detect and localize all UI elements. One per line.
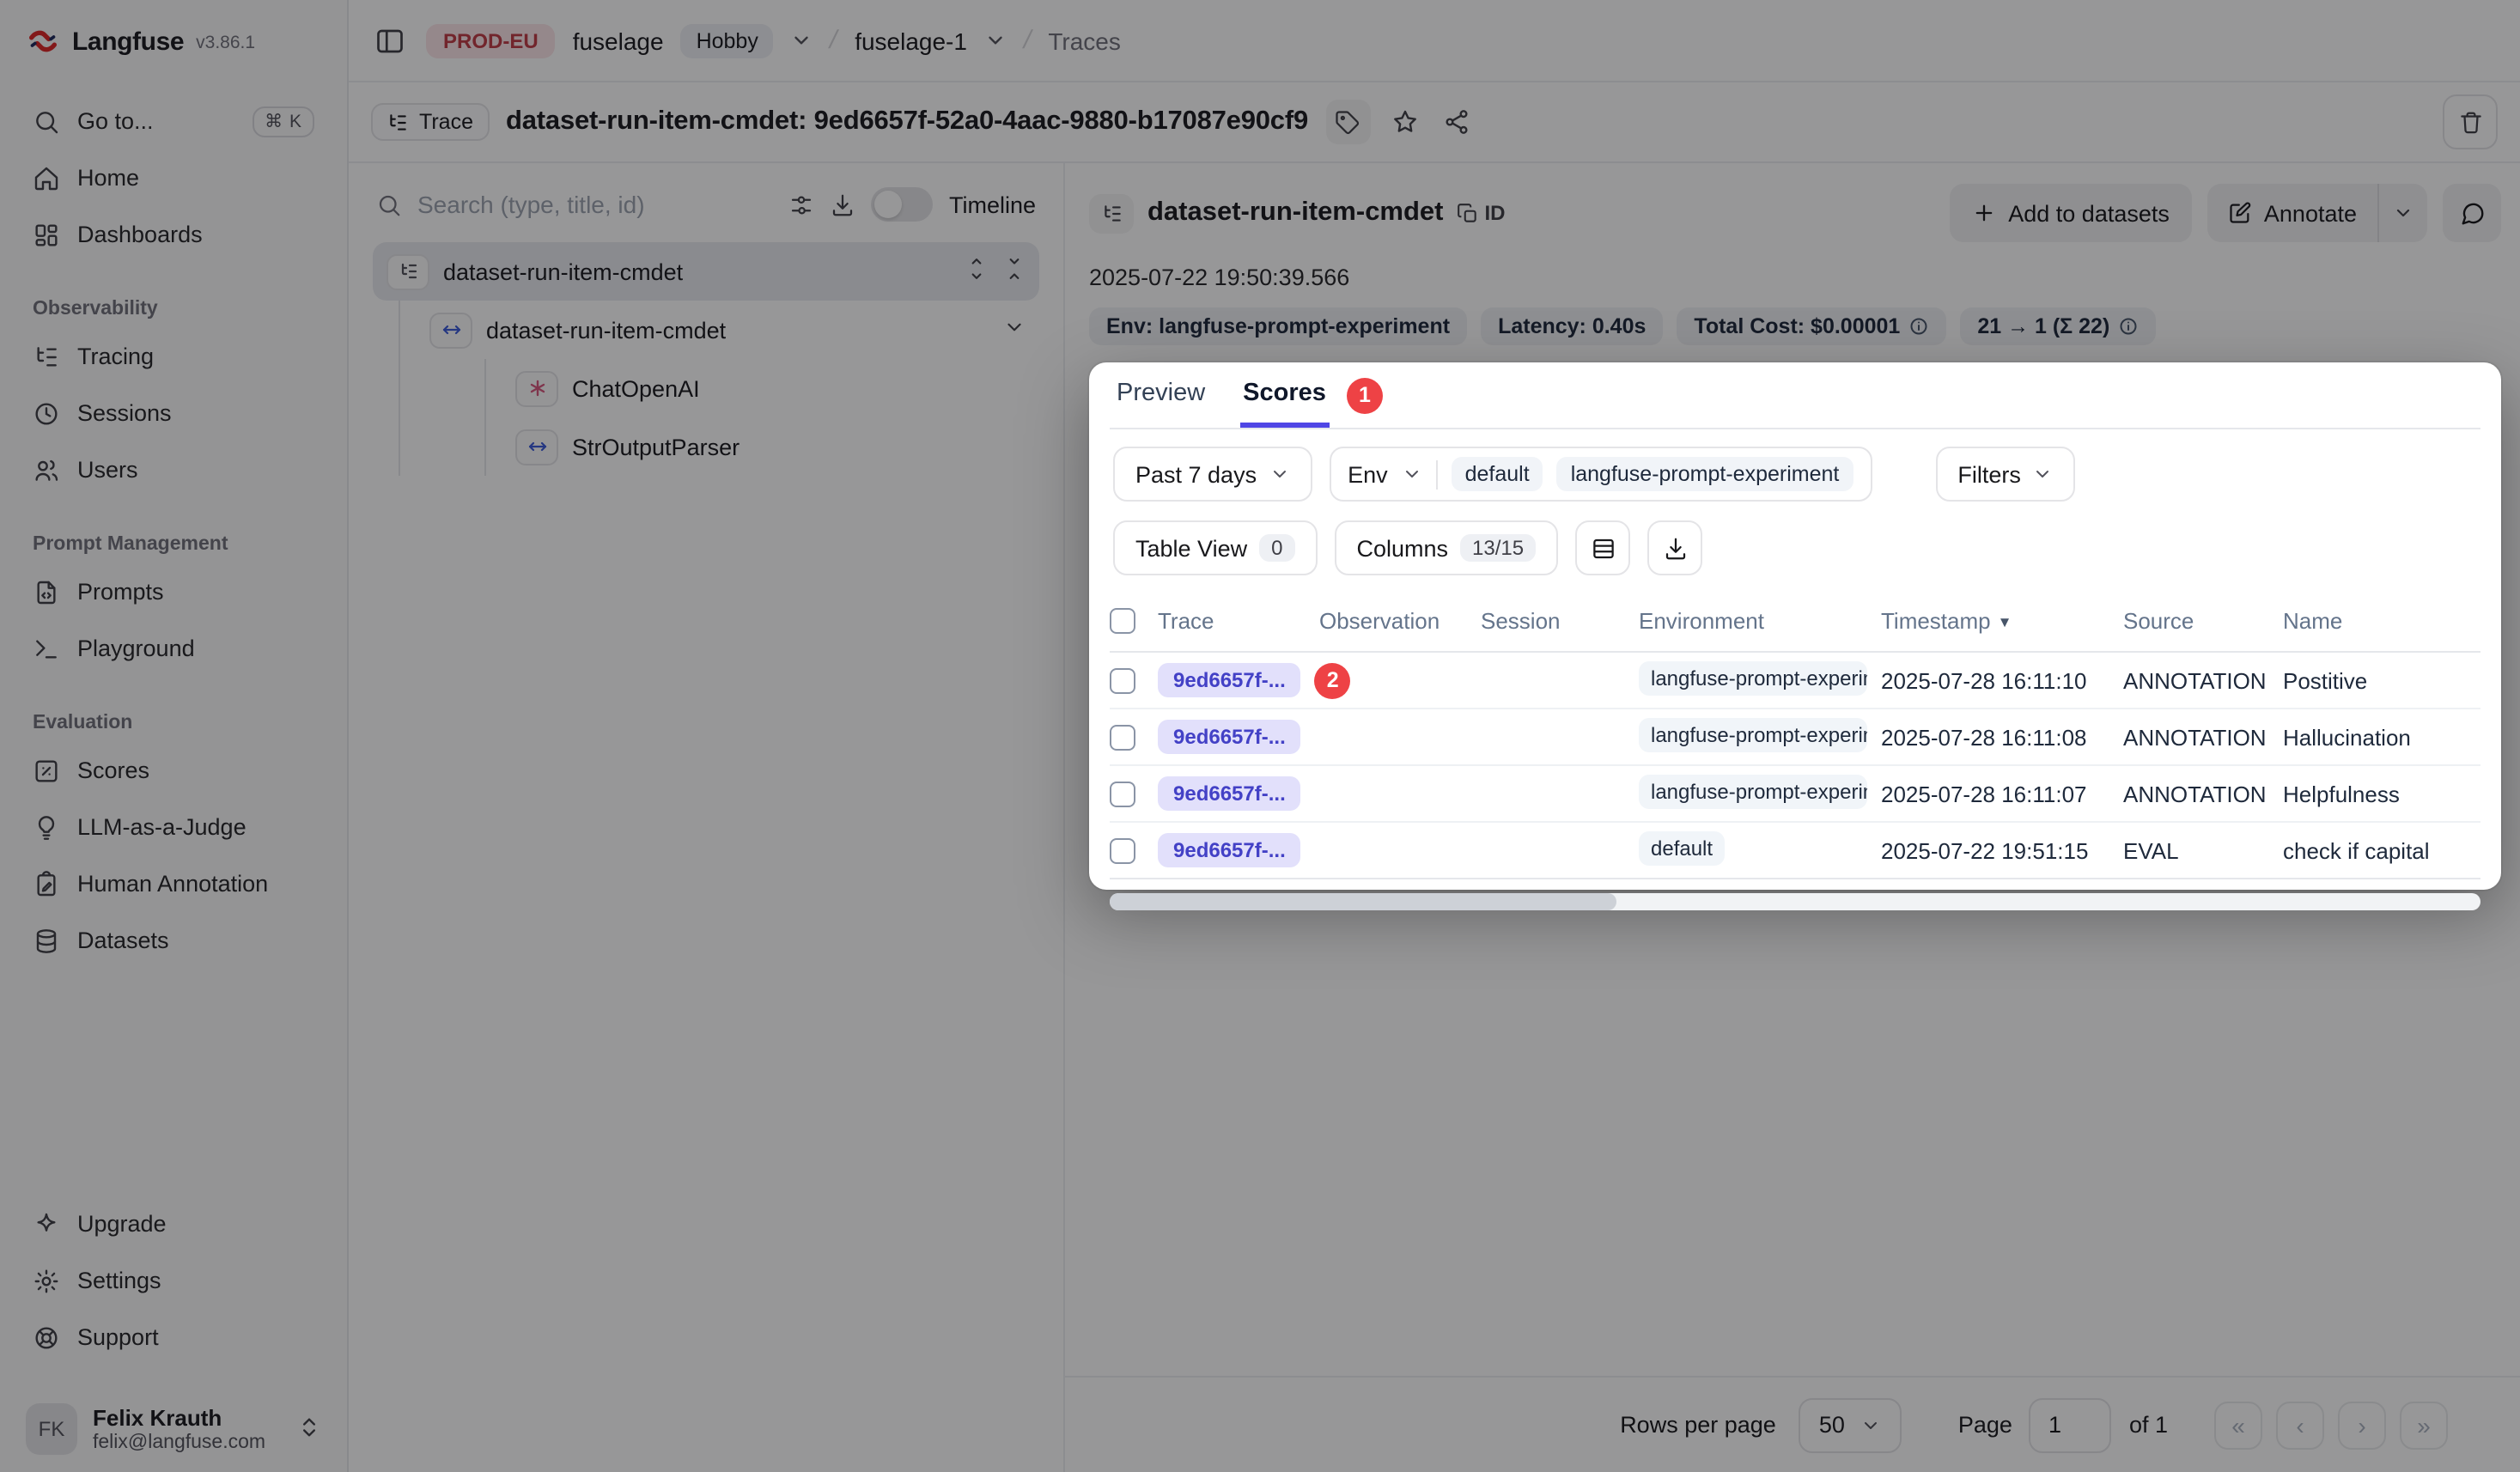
chevron-down-icon <box>2033 464 2054 484</box>
columns-count: 13/15 <box>1460 534 1536 562</box>
scrollbar-thumb[interactable] <box>1110 893 1617 910</box>
table-view-label: Table View <box>1135 535 1247 561</box>
trace-link[interactable]: 9ed6657f-... <box>1158 776 1301 811</box>
select-all-checkbox[interactable] <box>1110 608 1135 634</box>
chevron-down-icon <box>1269 464 1289 484</box>
row-checkbox[interactable] <box>1110 724 1135 750</box>
column-header-environment[interactable]: Environment <box>1639 608 1881 634</box>
timestamp-cell: 2025-07-28 16:11:10 <box>1881 667 2123 693</box>
scores-card: Preview Scores 1 Past 7 days Env <box>1089 362 2501 890</box>
table-view-button[interactable]: Table View 0 <box>1113 520 1317 575</box>
name-cell: check if capital <box>2283 837 2480 863</box>
row-checkbox[interactable] <box>1110 667 1135 693</box>
scores-toolbar-row: Table View 0 Columns 13/15 <box>1110 510 2480 591</box>
environment-cell: langfuse-prompt-experim <box>1639 660 1867 695</box>
timestamp-cell: 2025-07-22 19:51:15 <box>1881 837 2123 863</box>
divider <box>1436 459 1438 489</box>
source-cell: EVAL <box>2123 837 2283 863</box>
chevron-down-icon <box>1402 464 1422 484</box>
timestamp-cell: 2025-07-28 16:11:08 <box>1881 724 2123 750</box>
source-cell: ANNOTATION <box>2123 667 2283 693</box>
row-checkbox[interactable] <box>1110 837 1135 863</box>
scores-filter-row: Past 7 days Env default langfuse-prompt-… <box>1110 429 2480 510</box>
tab-scores[interactable]: Scores <box>1239 362 1330 428</box>
source-cell: ANNOTATION <box>2123 781 2283 806</box>
horizontal-scrollbar[interactable] <box>1110 893 2480 910</box>
export-button[interactable] <box>1647 520 1702 575</box>
column-header-timestamp[interactable]: Timestamp▼ <box>1881 608 2123 634</box>
source-cell: ANNOTATION <box>2123 724 2283 750</box>
row-height-button[interactable] <box>1575 520 1630 575</box>
row-checkbox[interactable] <box>1110 781 1135 806</box>
column-header-trace[interactable]: Trace <box>1158 608 1319 634</box>
column-header-name[interactable]: Name <box>2283 608 2480 634</box>
columns-label: Columns <box>1356 535 1448 561</box>
sort-desc-icon: ▼ <box>1998 612 2012 630</box>
score-row[interactable]: 9ed6657f-... langfuse-prompt-experim 202… <box>1110 766 2480 823</box>
score-row[interactable]: 9ed6657f-... 2 langfuse-prompt-experim 20… <box>1110 653 2480 709</box>
annotation-step-2-badge: 2 <box>1315 662 1351 698</box>
name-cell: Postitive <box>2283 667 2480 693</box>
environment-cell: default <box>1639 830 1725 865</box>
env-filter-label: Env <box>1348 461 1388 487</box>
timestamp-cell: 2025-07-28 16:11:07 <box>1881 781 2123 806</box>
annotation-step-1-badge: 1 <box>1347 377 1383 413</box>
filters-label: Filters <box>1957 461 2021 487</box>
scores-table-header: Trace Observation Session Environment Ti… <box>1110 591 2480 653</box>
column-header-source[interactable]: Source <box>2123 608 2283 634</box>
date-range-label: Past 7 days <box>1135 461 1257 487</box>
name-cell: Helpfulness <box>2283 781 2480 806</box>
filters-button[interactable]: Filters <box>1935 447 2076 502</box>
date-range-button[interactable]: Past 7 days <box>1113 447 1312 502</box>
trace-link[interactable]: 9ed6657f-... <box>1158 720 1301 754</box>
score-row[interactable]: 9ed6657f-... langfuse-prompt-experim 202… <box>1110 709 2480 766</box>
env-filter-button[interactable]: Env default langfuse-prompt-experiment <box>1329 447 1872 502</box>
environment-cell: langfuse-prompt-experim <box>1639 717 1867 751</box>
name-cell: Hallucination <box>2283 724 2480 750</box>
column-header-observation[interactable]: Observation <box>1319 608 1481 634</box>
score-row[interactable]: 9ed6657f-... default 2025-07-22 19:51:15… <box>1110 823 2480 879</box>
table-view-count: 0 <box>1259 534 1294 562</box>
env-value-chip: langfuse-prompt-experiment <box>1557 457 1853 491</box>
trace-link[interactable]: 9ed6657f-... <box>1158 833 1301 867</box>
tab-preview[interactable]: Preview <box>1113 362 1208 428</box>
columns-button[interactable]: Columns 13/15 <box>1334 520 1558 575</box>
detail-tabs: Preview Scores 1 <box>1110 362 2480 429</box>
trace-link[interactable]: 9ed6657f-... <box>1158 663 1301 697</box>
langfuse-app: Langfuse v3.86.1 Go to... ⌘ K Home Dashb… <box>0 0 2520 1472</box>
env-value-chip: default <box>1452 457 1543 491</box>
environment-cell: langfuse-prompt-experim <box>1639 774 1867 808</box>
column-header-session[interactable]: Session <box>1481 608 1639 634</box>
